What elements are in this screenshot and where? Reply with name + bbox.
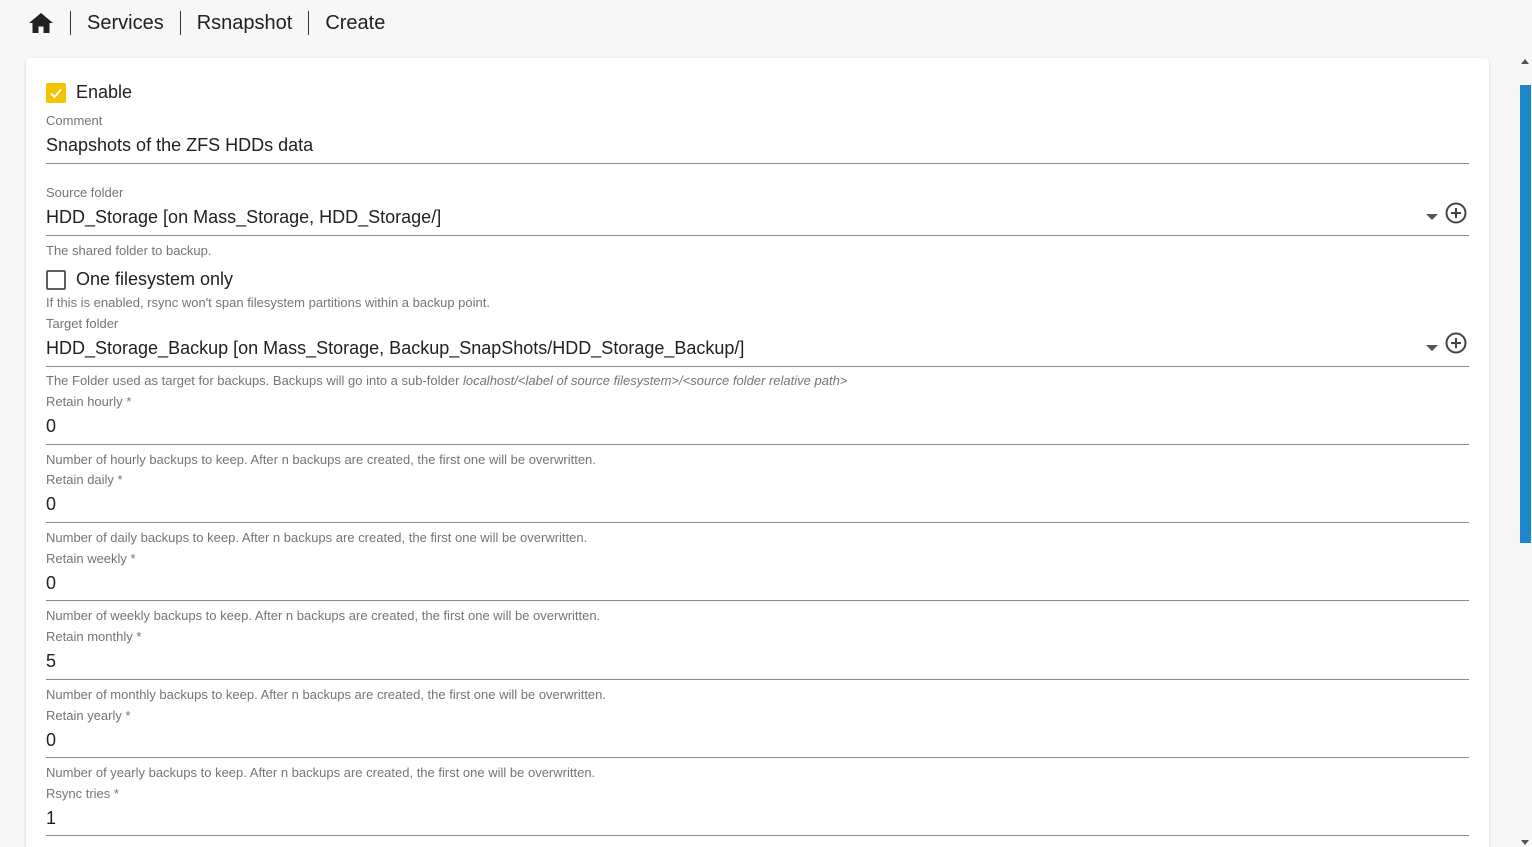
retain-weekly-input[interactable]: 0 [46,573,56,594]
source-folder-add-icon[interactable] [1444,201,1468,225]
retain-yearly-hint: Number of yearly backups to keep. After … [46,765,596,780]
breadcrumb: Services Rsnapshot Create [28,8,385,38]
comment-label: Comment [46,113,103,128]
retain-weekly-label: Retain weekly * [46,551,136,566]
enable-checkbox[interactable] [46,83,66,103]
comment-underline [46,163,1469,164]
source-folder-select[interactable]: HDD_Storage [on Mass_Storage, HDD_Storag… [46,207,441,228]
retain-daily-input[interactable]: 0 [46,494,56,515]
one-filesystem-checkbox[interactable] [46,270,66,290]
retain-daily-hint: Number of daily backups to keep. After n… [46,530,588,545]
breadcrumb-separator [70,11,71,35]
target-folder-dropdown-icon[interactable] [1426,345,1438,351]
source-folder-underline [46,235,1469,236]
form-card: Enable Comment Snapshots of the ZFS HDDs… [26,58,1489,847]
breadcrumb-services[interactable]: Services [87,12,164,35]
breadcrumb-separator [179,11,181,35]
target-folder-underline [46,366,1469,367]
breadcrumb-separator [308,11,310,35]
source-folder-hint: The shared folder to backup. [46,243,212,258]
retain-hourly-label: Retain hourly * [46,394,132,409]
scroll-down-icon[interactable] [1521,840,1529,845]
scroll-up-icon[interactable] [1521,59,1529,64]
retain-yearly-input[interactable]: 0 [46,730,56,751]
target-folder-label: Target folder [46,316,119,331]
one-filesystem-hint: If this is enabled, rsync won't span fil… [46,295,490,310]
breadcrumb-create: Create [325,11,386,34]
scrollbar-thumb[interactable] [1520,85,1531,543]
retain-monthly-label: Retain monthly * [46,629,142,644]
retain-monthly-hint: Number of monthly backups to keep. After… [46,687,607,702]
check-icon [50,88,62,99]
target-folder-hint-path: localhost/<label of source filesystem>/<… [462,373,848,388]
target-folder-hint: The Folder used as target for backups. B… [46,373,847,388]
retain-hourly-hint: Number of hourly backups to keep. After … [46,452,596,467]
target-folder-hint-text: The Folder used as target for backups. B… [46,373,463,388]
retain-monthly-underline [46,679,1469,680]
target-folder-select[interactable]: HDD_Storage_Backup [on Mass_Storage, Bac… [46,338,744,359]
retain-hourly-input[interactable]: 0 [46,416,56,437]
rsync-tries-label: Rsync tries * [46,786,119,801]
source-folder-label: Source folder [46,185,124,200]
target-folder-add-icon[interactable] [1444,331,1468,355]
retain-daily-label: Retain daily * [46,472,123,487]
retain-yearly-label: Retain yearly * [46,708,131,723]
comment-input[interactable]: Snapshots of the ZFS HDDs data [46,135,313,156]
home-icon[interactable] [28,10,54,36]
rsync-tries-underline [46,835,1469,836]
retain-yearly-underline [46,757,1469,758]
retain-monthly-input[interactable]: 5 [46,651,56,672]
retain-weekly-hint: Number of weekly backups to keep. After … [46,608,601,623]
retain-daily-underline [46,522,1469,523]
source-folder-dropdown-icon[interactable] [1426,214,1438,220]
retain-hourly-underline [46,444,1469,445]
one-filesystem-label[interactable]: One filesystem only [76,269,233,290]
enable-label[interactable]: Enable [76,82,132,103]
retain-weekly-underline [46,600,1469,601]
breadcrumb-rsnapshot[interactable]: Rsnapshot [197,12,293,35]
rsync-tries-input[interactable]: 1 [46,808,56,829]
